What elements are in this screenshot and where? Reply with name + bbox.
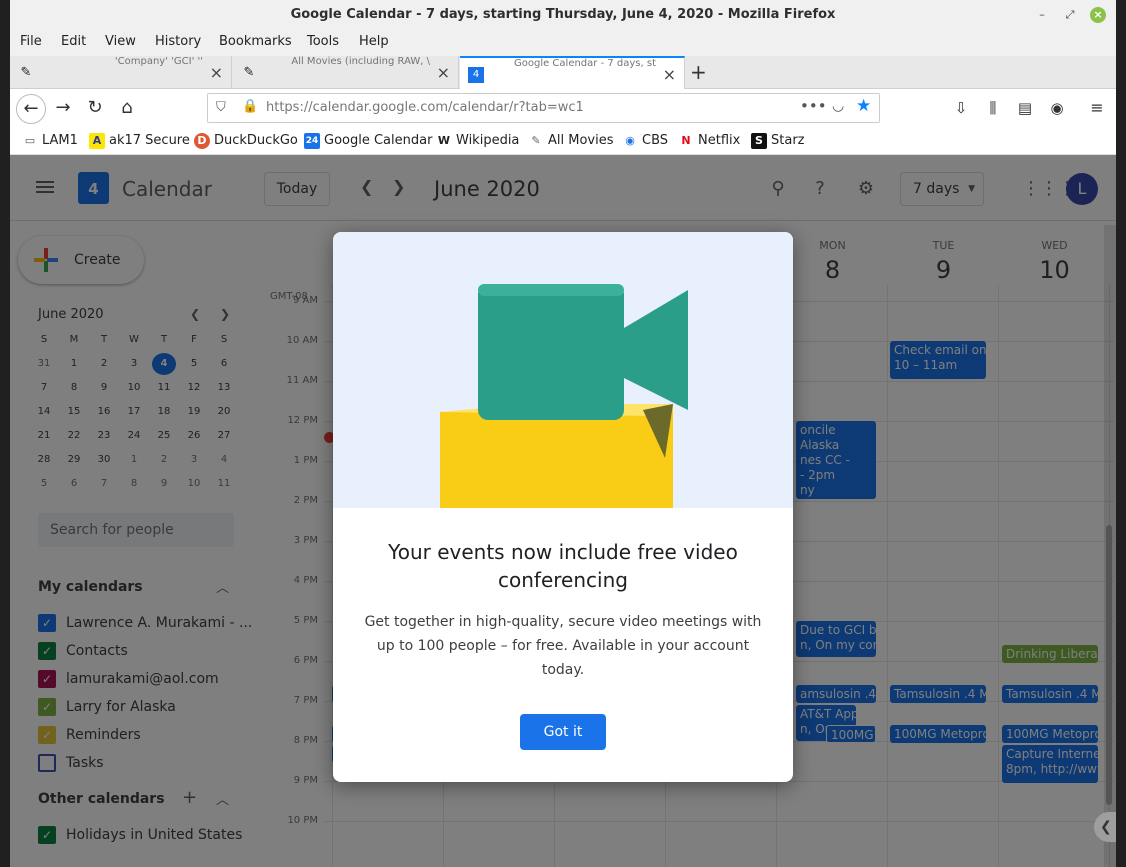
bookmark-starz[interactable]: S Starz <box>751 133 805 149</box>
wikipedia-icon: W <box>437 134 451 147</box>
minimize-icon[interactable]: – <box>1034 7 1050 23</box>
menu-bookmarks[interactable]: Bookmarks <box>219 34 292 49</box>
dialog-body: Get together in high-quality, secure vid… <box>364 614 762 678</box>
hamburger-menu-icon[interactable]: ≡ <box>1086 97 1108 119</box>
duckduckgo-icon: D <box>194 133 210 149</box>
bookmark-wikipedia[interactable]: W Wikipedia <box>436 133 519 148</box>
tab-label: 'Company' 'GCI' '' <box>114 56 203 67</box>
library-icon[interactable]: ⫼ <box>982 97 1004 119</box>
ak17-favicon: A <box>89 133 105 149</box>
scrollbar[interactable] <box>1104 225 1116 867</box>
bookmark-label: ak17 Secure <box>109 133 190 148</box>
close-tab-icon[interactable]: × <box>437 56 450 89</box>
tab-label: Google Calendar - 7 days, st <box>513 58 656 69</box>
tab-all-movies[interactable]: ✎ All Movies (including RAW, \ × <box>233 56 459 89</box>
menu-help[interactable]: Help <box>359 34 389 49</box>
reload-icon[interactable]: ↻ <box>84 97 106 119</box>
title-bar: Google Calendar - 7 days, starting Thurs… <box>10 0 1116 30</box>
close-tab-icon[interactable]: × <box>210 56 223 89</box>
pencil-page-icon: ✎ <box>20 65 32 80</box>
bookmark-label: Netflix <box>698 133 741 148</box>
bookmark-netflix[interactable]: N Netflix <box>678 133 740 148</box>
bookmark-ak17-secure[interactable]: Aak17 Secure <box>89 133 190 149</box>
bookmark-label: Google Calendar <box>324 133 433 148</box>
got-it-button[interactable]: Got it <box>520 714 606 750</box>
tab-google-calendar[interactable]: 4 Google Calendar - 7 days, st × <box>460 56 685 89</box>
bookmark-all-movies[interactable]: ✎ All Movies <box>528 133 614 148</box>
bookmark-label: Starz <box>771 133 805 148</box>
starz-icon: S <box>751 133 767 149</box>
maximize-icon[interactable]: ⤢ <box>1062 7 1078 23</box>
firefox-window: Google Calendar - 7 days, starting Thurs… <box>10 0 1116 867</box>
bookmark-star-icon[interactable]: ★ <box>856 96 871 116</box>
side-panel-toggle-icon[interactable]: ❮ <box>1094 812 1116 842</box>
address-bar[interactable]: ⛉ 🔒 https://calendar.google.com/calendar… <box>207 93 880 123</box>
tab-bar: ✎ 'Company' 'GCI' '' × ✎ All Movies (inc… <box>10 56 1116 89</box>
video-conferencing-dialog: Your events now include free video confe… <box>333 232 793 782</box>
back-arrow-icon[interactable]: ← <box>16 94 46 124</box>
desktop-background-right <box>1116 0 1126 867</box>
pocket-icon[interactable]: ◡ <box>832 98 844 114</box>
menu-tools[interactable]: Tools <box>307 34 339 49</box>
home-icon[interactable]: ⌂ <box>116 97 138 119</box>
bookmark-label: DuckDuckGo <box>214 133 298 148</box>
navigation-bar: ← → ↻ ⌂ ⛉ 🔒 https://calendar.google.com/… <box>10 89 1116 127</box>
tab-label: All Movies (including RAW, \ <box>291 56 430 67</box>
downloads-folder-icon[interactable]: ⇩ <box>950 97 972 119</box>
menu-view[interactable]: View <box>105 34 136 49</box>
calendar-favicon: 4 <box>468 67 484 83</box>
folder-icon: ▭ <box>24 134 36 147</box>
bookmark-google-calendar[interactable]: 24 Google Calendar <box>304 133 433 149</box>
account-icon[interactable]: ◉ <box>1046 97 1068 119</box>
scrollbar-thumb[interactable] <box>1106 525 1112 805</box>
tab-company-gci[interactable]: ✎ 'Company' 'GCI' '' × <box>10 56 232 89</box>
bookmark-lam1[interactable]: ▭ LAM1 <box>22 133 78 148</box>
dialog-illustration <box>333 232 793 508</box>
menu-edit[interactable]: Edit <box>61 34 86 49</box>
sidebar-icon[interactable]: ▤ <box>1014 97 1036 119</box>
dialog-title: Your events now include free video confe… <box>388 540 738 592</box>
url-text[interactable]: https://calendar.google.com/calendar/r?t… <box>266 100 584 115</box>
bookmark-label: All Movies <box>548 133 614 148</box>
pencil-page-icon: ✎ <box>243 65 255 80</box>
pencil-page-icon: ✎ <box>531 134 541 147</box>
new-tab-icon[interactable]: + <box>690 60 707 84</box>
bookmark-label: Wikipedia <box>456 133 520 148</box>
forward-arrow-icon[interactable]: → <box>52 97 74 119</box>
close-window-icon[interactable]: × <box>1090 7 1106 23</box>
cbs-eye-icon: ◉ <box>625 134 635 147</box>
bookmark-cbs[interactable]: ◉ CBS <box>622 133 668 148</box>
bookmarks-toolbar: ▭ LAM1 Aak17 Secure D DuckDuckGo 24 Google … <box>10 127 1116 155</box>
menu-bar: File Edit View History Bookmarks Tools H… <box>10 30 1116 56</box>
menu-history[interactable]: History <box>155 34 201 49</box>
page-actions-icon[interactable]: ••• <box>800 97 827 115</box>
video-camera-on-box-illustration <box>440 284 688 508</box>
bookmark-duckduckgo[interactable]: D DuckDuckGo <box>194 133 298 149</box>
window-title: Google Calendar - 7 days, starting Thurs… <box>290 7 836 22</box>
desktop-background <box>0 0 10 867</box>
bookmark-label: CBS <box>642 133 669 148</box>
screen: Google Calendar - 7 days, starting Thurs… <box>0 0 1126 867</box>
bookmark-label: LAM1 <box>42 133 78 148</box>
calendar-favicon: 24 <box>304 133 320 149</box>
shield-icon[interactable]: ⛉ <box>216 100 226 115</box>
lock-icon[interactable]: 🔒 <box>242 99 258 114</box>
menu-file[interactable]: File <box>20 34 42 49</box>
netflix-icon: N <box>681 134 691 147</box>
close-tab-icon[interactable]: × <box>663 58 676 89</box>
